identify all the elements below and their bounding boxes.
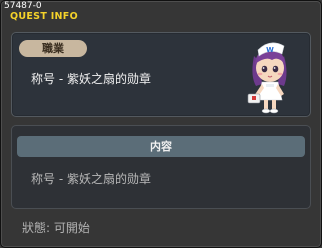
quest-id: 57487-0 (4, 1, 42, 11)
content-text: 称号 - 紫妖之扇的勋章 (31, 172, 151, 186)
quest-content-panel: 内容 称号 - 紫妖之扇的勋章 (11, 125, 311, 209)
quest-info-window: 57487-0 QUEST INFO 職業 称号 - 紫妖之扇的勋章 W 内容 … (0, 0, 322, 248)
svg-text:W: W (266, 46, 274, 54)
npc-nurse-portrait-icon: W (247, 42, 287, 114)
quest-status: 狀態: 可開始 (22, 221, 90, 235)
window-title: QUEST INFO (10, 11, 78, 22)
content-header: 内容 (17, 136, 305, 157)
quest-title: 称号 - 紫妖之扇的勋章 (31, 72, 151, 86)
category-tag: 職業 (19, 40, 87, 57)
quest-summary-panel: 職業 称号 - 紫妖之扇的勋章 W (11, 32, 311, 117)
